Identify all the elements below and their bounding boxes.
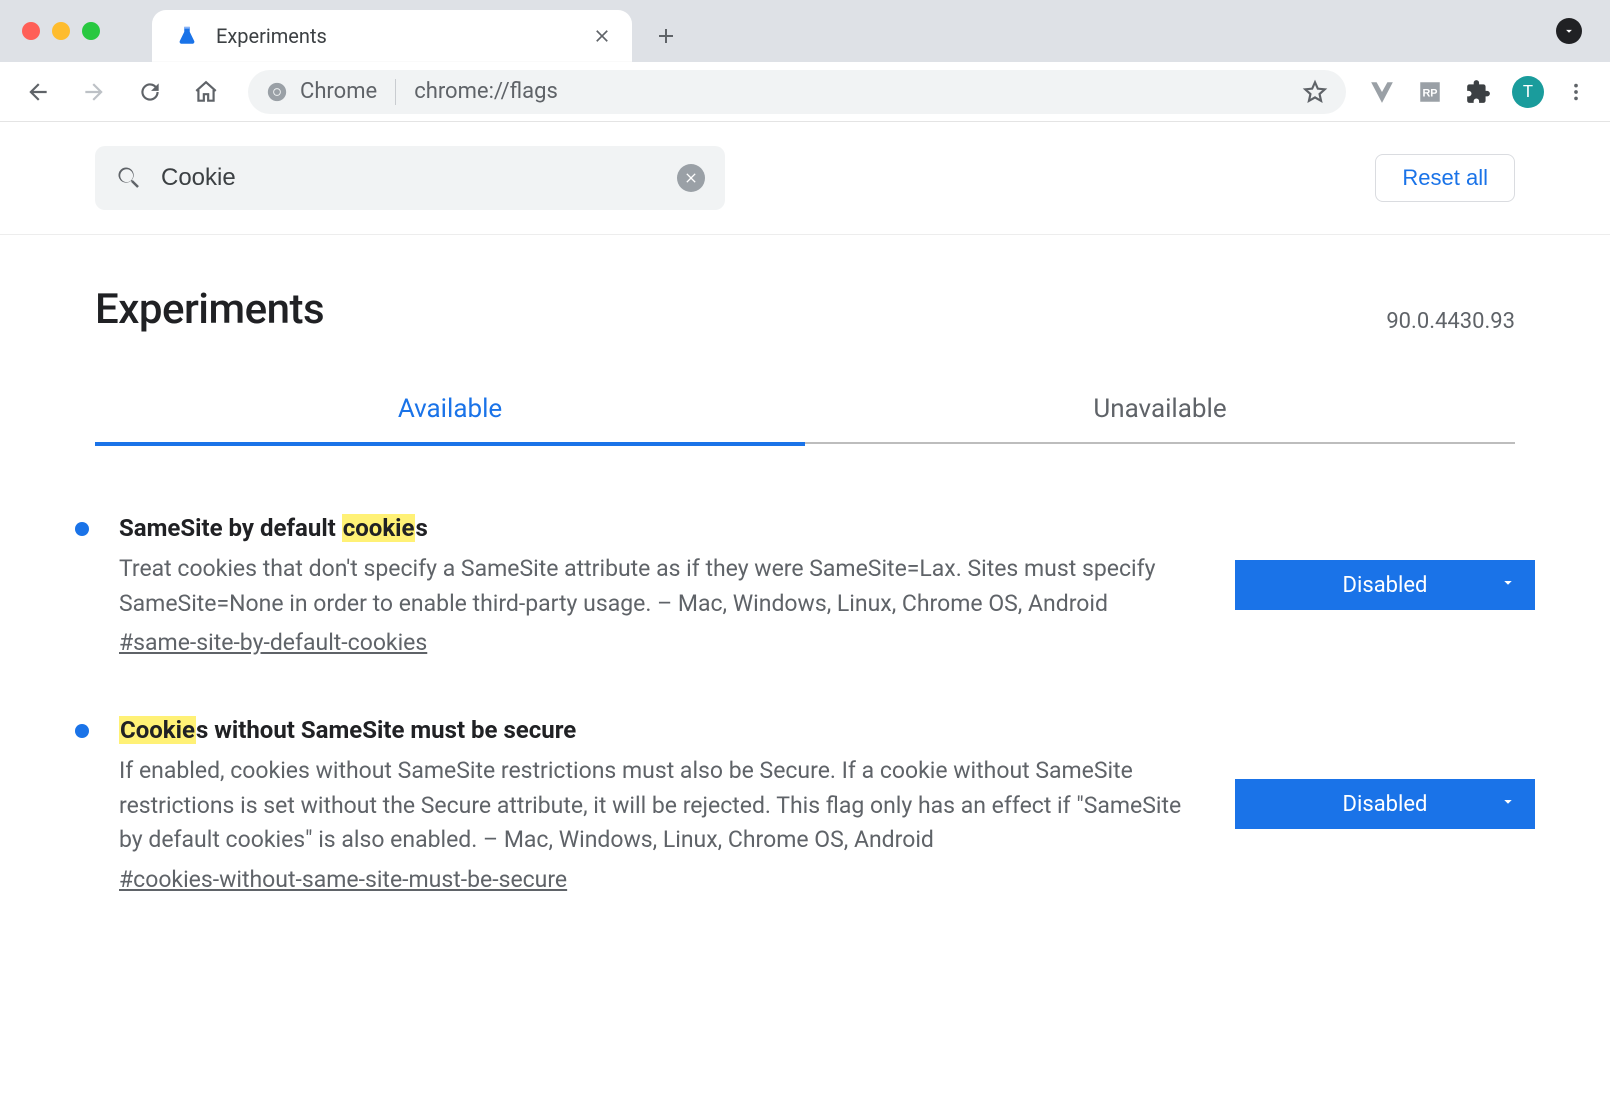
- flag-state-select[interactable]: Disabled: [1235, 779, 1535, 829]
- window-close-icon[interactable]: [22, 22, 40, 40]
- window-zoom-icon[interactable]: [82, 22, 100, 40]
- flag-anchor-link[interactable]: #same-site-by-default-cookies: [119, 629, 427, 656]
- flags-list: SameSite by default cookies Treat cookie…: [0, 444, 1610, 933]
- browser-tabstrip: Experiments: [0, 0, 1610, 62]
- flag-title-post: s: [415, 514, 427, 542]
- tabstrip-account-dropdown[interactable]: [1556, 18, 1582, 44]
- profile-avatar[interactable]: T: [1512, 76, 1544, 108]
- flag-title-highlight: Cookie: [119, 716, 196, 744]
- clear-search-button[interactable]: [677, 164, 705, 192]
- flag-action: Disabled: [1235, 779, 1535, 829]
- flag-item: SameSite by default cookies Treat cookie…: [75, 464, 1535, 666]
- flags-tabs: Available Unavailable: [95, 394, 1515, 444]
- flag-title-highlight: cookie: [342, 514, 416, 542]
- tab-available[interactable]: Available: [95, 394, 805, 446]
- flag-status-dot-icon: [75, 724, 89, 738]
- flag-title-pre: SameSite by default: [119, 514, 342, 542]
- omnibox-divider: [395, 79, 396, 105]
- browser-toolbar: Chrome chrome://flags RP T: [0, 62, 1610, 122]
- flags-search-box[interactable]: [95, 146, 725, 210]
- page-title: Experiments: [95, 285, 324, 334]
- flag-title-post: s without SameSite must be secure: [196, 716, 576, 744]
- reload-button[interactable]: [126, 70, 174, 114]
- profile-initial: T: [1523, 82, 1533, 102]
- search-icon: [115, 164, 143, 192]
- flag-item: Cookies without SameSite must be secure …: [75, 666, 1535, 903]
- home-button[interactable]: [182, 70, 230, 114]
- page-content: Reset all Experiments 90.0.4430.93 Avail…: [0, 122, 1610, 933]
- bookmark-star-icon[interactable]: [1302, 79, 1328, 105]
- flag-title: SameSite by default cookies: [119, 514, 1185, 542]
- flags-search-input[interactable]: [161, 164, 659, 192]
- window-minimize-icon[interactable]: [52, 22, 70, 40]
- flag-state-select[interactable]: Disabled: [1235, 560, 1535, 610]
- flag-select-value: Disabled: [1343, 573, 1428, 598]
- chrome-version: 90.0.4430.93: [1386, 309, 1515, 334]
- chrome-icon: [266, 81, 288, 103]
- browser-menu-button[interactable]: [1556, 72, 1596, 112]
- svg-text:RP: RP: [1422, 87, 1437, 99]
- flag-description: Treat cookies that don't specify a SameS…: [119, 552, 1185, 621]
- flag-description: If enabled, cookies without SameSite res…: [119, 754, 1185, 858]
- window-traffic-lights: [22, 22, 100, 40]
- tab-unavailable[interactable]: Unavailable: [805, 394, 1515, 444]
- flag-body: Cookies without SameSite must be secure …: [119, 716, 1205, 893]
- chevron-down-icon: [1499, 573, 1517, 598]
- search-row: Reset all: [0, 122, 1610, 235]
- flag-anchor-link[interactable]: #cookies-without-same-site-must-be-secur…: [119, 866, 567, 893]
- close-tab-button[interactable]: [592, 26, 612, 46]
- extension-vue-icon[interactable]: [1362, 72, 1402, 112]
- address-bar[interactable]: Chrome chrome://flags: [248, 70, 1346, 114]
- reset-all-button[interactable]: Reset all: [1375, 154, 1515, 202]
- extensions-puzzle-icon[interactable]: [1458, 72, 1498, 112]
- tab-title: Experiments: [216, 24, 574, 48]
- flag-select-value: Disabled: [1343, 792, 1428, 817]
- flag-title: Cookies without SameSite must be secure: [119, 716, 1185, 744]
- flag-status-dot-icon: [75, 522, 89, 536]
- flag-body: SameSite by default cookies Treat cookie…: [119, 514, 1205, 656]
- new-tab-button[interactable]: [646, 16, 686, 56]
- flask-icon: [176, 25, 198, 47]
- extension-rp-icon[interactable]: RP: [1410, 72, 1450, 112]
- flag-action: Disabled: [1235, 560, 1535, 610]
- chevron-down-icon: [1499, 792, 1517, 817]
- browser-tab[interactable]: Experiments: [152, 10, 632, 62]
- forward-button[interactable]: [70, 70, 118, 114]
- back-button[interactable]: [14, 70, 62, 114]
- omnibox-app-label: Chrome: [300, 79, 377, 104]
- title-row: Experiments 90.0.4430.93: [0, 235, 1610, 344]
- omnibox-url: chrome://flags: [414, 79, 558, 104]
